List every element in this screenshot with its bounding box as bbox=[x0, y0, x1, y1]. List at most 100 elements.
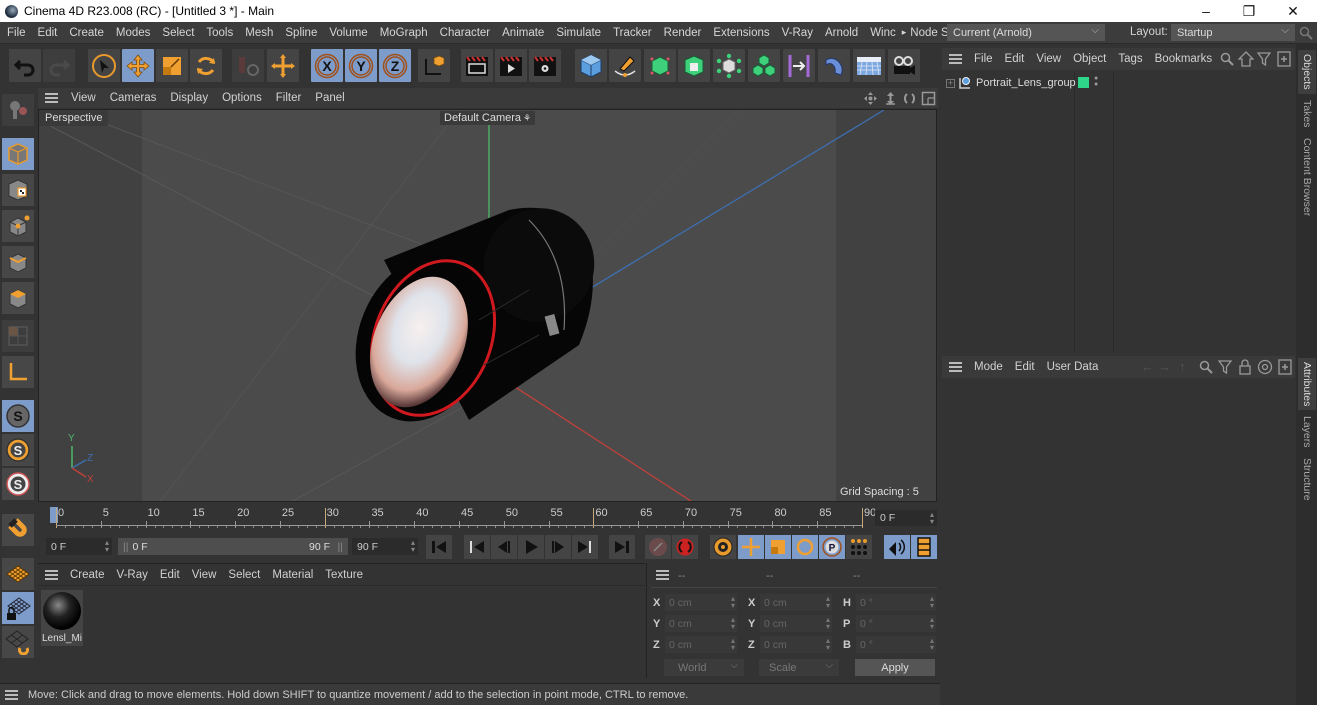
menu-edit[interactable]: Edit bbox=[32, 27, 64, 39]
menu-mograph[interactable]: MoGraph bbox=[374, 27, 434, 39]
menu-tools[interactable]: Tools bbox=[200, 27, 239, 39]
record-active-objects-button[interactable] bbox=[645, 535, 671, 559]
go-to-start-button[interactable] bbox=[426, 535, 452, 559]
object-menu-file[interactable]: File bbox=[968, 53, 999, 65]
workplane-rotate-button[interactable] bbox=[2, 626, 34, 658]
maximize-view-icon[interactable] bbox=[921, 91, 936, 106]
new-panel-icon[interactable] bbox=[1277, 51, 1291, 67]
viewport-menu-cameras[interactable]: Cameras bbox=[103, 92, 164, 104]
pos-y-field[interactable]: 0 cm ▴ ▾ bbox=[665, 615, 737, 632]
y-axis-lock-button[interactable]: Y bbox=[345, 49, 377, 82]
go-to-end-button[interactable] bbox=[609, 535, 635, 559]
close-button[interactable]: ✕ bbox=[1270, 0, 1316, 22]
autokeying-button[interactable] bbox=[672, 535, 698, 559]
spinner-icon[interactable]: ▴ ▾ bbox=[826, 616, 830, 631]
filter-icon[interactable] bbox=[1218, 359, 1232, 375]
tab-objects[interactable]: Objects bbox=[1298, 50, 1316, 94]
z-axis-lock-button[interactable]: Z bbox=[379, 49, 411, 82]
search-icon[interactable] bbox=[1220, 52, 1234, 66]
locked-workplane-button[interactable] bbox=[2, 592, 34, 624]
hamburger-menu-icon[interactable] bbox=[45, 93, 58, 103]
texture-mode-button[interactable] bbox=[2, 174, 34, 206]
menu-vray[interactable]: V-Ray bbox=[776, 27, 819, 39]
timeline-ruler[interactable]: 0 5 10 15 20 25 30 35 40 45 50 55 60 65 70 75 80 85 90 0 F… bbox=[38, 503, 938, 533]
bend-button[interactable] bbox=[818, 49, 850, 82]
viewport-menu-filter[interactable]: Filter bbox=[269, 92, 309, 104]
tab-takes[interactable]: Takes bbox=[1298, 96, 1316, 132]
next-key-button[interactable] bbox=[572, 535, 598, 559]
object-row[interactable]: + Portrait_Lens_group ● ● bbox=[942, 74, 1114, 92]
extrude-button[interactable] bbox=[678, 49, 710, 82]
render-picture-viewer-button[interactable] bbox=[495, 49, 527, 82]
search-icon[interactable] bbox=[1199, 360, 1213, 374]
home-icon[interactable] bbox=[1238, 51, 1254, 67]
array-button[interactable] bbox=[748, 49, 780, 82]
tab-layers[interactable]: Layers bbox=[1298, 412, 1316, 452]
camera-label[interactable]: Default Camera ⚘ bbox=[440, 111, 536, 125]
cloner-button[interactable] bbox=[713, 49, 745, 82]
preview-range-slider[interactable]: || 0 F 90 F || bbox=[118, 538, 348, 555]
spinner-icon[interactable]: ▴ ▾ bbox=[930, 637, 934, 652]
axis-mode-button[interactable] bbox=[2, 356, 34, 388]
menu-character[interactable]: Character bbox=[434, 27, 497, 39]
new-panel-icon[interactable] bbox=[1278, 359, 1292, 375]
menu-create[interactable]: Create bbox=[63, 27, 110, 39]
spinner-icon[interactable]: ▴ ▾ bbox=[731, 595, 735, 610]
rotate-tool-button[interactable] bbox=[190, 49, 222, 82]
key-pla-button[interactable] bbox=[846, 535, 872, 559]
menu-select[interactable]: Select bbox=[156, 27, 200, 39]
hamburger-menu-icon[interactable] bbox=[5, 689, 18, 700]
live-selection-button[interactable] bbox=[88, 49, 120, 82]
floor-button[interactable] bbox=[853, 49, 885, 82]
attribute-menu-user-data[interactable]: User Data bbox=[1041, 361, 1105, 373]
viewport-menu-panel[interactable]: Panel bbox=[308, 92, 351, 104]
lock-icon[interactable] bbox=[1238, 359, 1252, 375]
spinner-icon[interactable]: ▴ ▾ bbox=[826, 595, 830, 610]
node-space-dropdown[interactable]: Current (Arnold) ⌵ bbox=[947, 24, 1105, 41]
menu-overflow-icon[interactable]: ▸ bbox=[898, 27, 911, 38]
attribute-menu-edit[interactable]: Edit bbox=[1009, 361, 1041, 373]
solo-hierarchy-button[interactable]: S bbox=[2, 468, 34, 500]
move-tool-button[interactable] bbox=[122, 49, 154, 82]
play-button[interactable] bbox=[518, 535, 544, 559]
viewport-menu-options[interactable]: Options bbox=[215, 92, 269, 104]
spinner-icon[interactable]: ▴ ▾ bbox=[930, 616, 934, 631]
deformer-button[interactable] bbox=[783, 49, 815, 82]
object-menu-tags[interactable]: Tags bbox=[1112, 53, 1148, 65]
size-z-field[interactable]: 0 cm ▴ ▾ bbox=[760, 636, 832, 653]
filter-icon[interactable] bbox=[1257, 51, 1271, 67]
material-item[interactable]: Lensl_Mi bbox=[41, 590, 83, 646]
menu-extensions[interactable]: Extensions bbox=[707, 27, 775, 39]
menu-file[interactable]: File bbox=[0, 27, 32, 39]
hamburger-menu-icon[interactable] bbox=[656, 570, 669, 580]
spinner-icon[interactable]: ▴ ▾ bbox=[105, 539, 109, 554]
spinner-icon[interactable]: ▴ ▾ bbox=[731, 616, 735, 631]
points-mode-button[interactable] bbox=[2, 210, 34, 242]
material-menu-vray[interactable]: V-Ray bbox=[111, 569, 154, 581]
spinner-icon[interactable]: ▴ ▾ bbox=[731, 637, 735, 652]
menu-modes[interactable]: Modes bbox=[110, 27, 157, 39]
render-view-button[interactable] bbox=[461, 49, 493, 82]
size-mode-dropdown[interactable]: Scale ⌵ bbox=[759, 659, 839, 676]
object-menu-edit[interactable]: Edit bbox=[999, 53, 1031, 65]
render-settings-button[interactable] bbox=[529, 49, 561, 82]
create-tool-button[interactable] bbox=[267, 49, 299, 82]
tab-attributes[interactable]: Attributes bbox=[1298, 358, 1316, 410]
cube-button[interactable] bbox=[575, 49, 607, 82]
key-rotation-button[interactable] bbox=[792, 535, 818, 559]
rot-b-field[interactable]: 0 ° ▴ ▾ bbox=[856, 636, 936, 653]
pen-button[interactable] bbox=[609, 49, 641, 82]
back-arrow-icon[interactable]: ← bbox=[1141, 359, 1154, 374]
previous-key-button[interactable] bbox=[464, 535, 490, 559]
redo-button[interactable] bbox=[43, 49, 75, 82]
x-axis-lock-button[interactable]: X bbox=[311, 49, 343, 82]
min-time-field[interactable]: 0 F ▴ ▾ bbox=[46, 538, 112, 555]
undo-button[interactable] bbox=[9, 49, 41, 82]
menu-render[interactable]: Render bbox=[658, 27, 708, 39]
rot-p-field[interactable]: 0 ° ▴ ▾ bbox=[856, 615, 936, 632]
next-frame-button[interactable] bbox=[545, 535, 571, 559]
tab-content-browser[interactable]: Content Browser bbox=[1298, 134, 1316, 222]
pos-x-field[interactable]: 0 cm ▴ ▾ bbox=[665, 594, 737, 611]
size-y-field[interactable]: 0 cm ▴ ▾ bbox=[760, 615, 832, 632]
snap-button[interactable] bbox=[2, 514, 34, 546]
